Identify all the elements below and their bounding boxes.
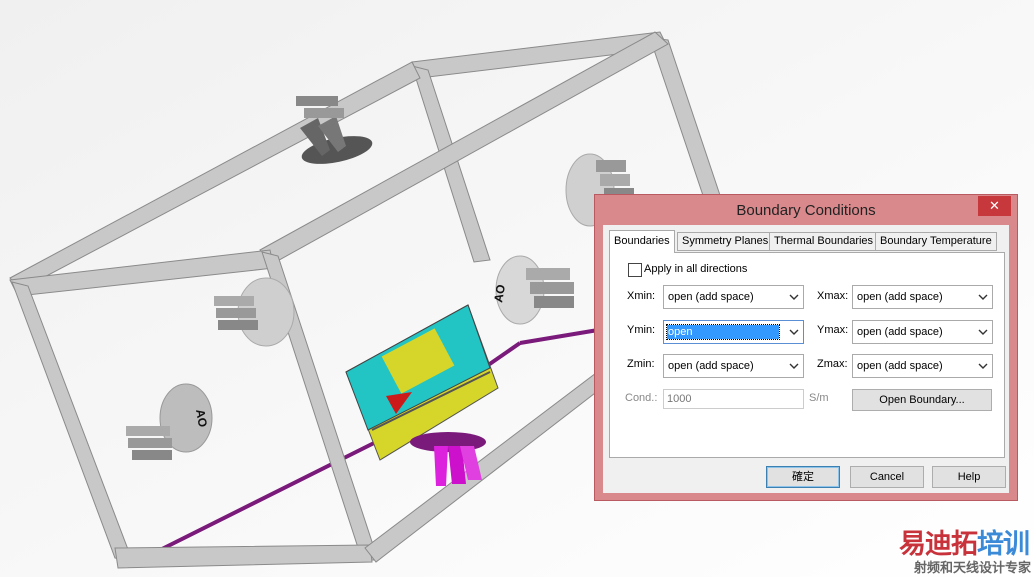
close-button[interactable]: ✕ xyxy=(978,196,1011,216)
ymin-label: Ymin: xyxy=(627,324,656,336)
close-icon: ✕ xyxy=(989,198,1000,213)
ymax-select[interactable]: open (add space) xyxy=(852,320,993,344)
help-button[interactable]: Help xyxy=(932,466,1006,488)
tab-boundary-temperature[interactable]: Boundary Temperature xyxy=(875,232,997,251)
dialog-title: Boundary Conditions xyxy=(736,202,876,219)
dialog-titlebar[interactable]: Boundary Conditions ✕ xyxy=(595,195,1017,225)
chevron-down-icon xyxy=(978,294,988,300)
zmax-select[interactable]: open (add space) xyxy=(852,354,993,378)
dialog-client-area: Boundaries Symmetry Planes Thermal Bound… xyxy=(603,225,1009,493)
xmin-label: Xmin: xyxy=(627,290,656,302)
boundary-conditions-dialog: Boundary Conditions ✕ Boundaries Symmetr… xyxy=(594,194,1018,501)
tab-thermal-boundaries[interactable]: Thermal Boundaries xyxy=(769,232,879,251)
xmax-label: Xmax: xyxy=(817,290,849,302)
ok-button[interactable]: 確定 xyxy=(766,466,840,488)
ymax-value: open (add space) xyxy=(857,326,943,338)
watermark-brand-part2: 培训 xyxy=(977,529,1030,559)
tab-boundaries[interactable]: Boundaries xyxy=(609,230,675,253)
zmax-label: Zmax: xyxy=(817,358,848,370)
xmax-select[interactable]: open (add space) xyxy=(852,285,993,309)
ymin-value: open xyxy=(666,324,780,340)
xmin-value: open (add space) xyxy=(668,291,754,303)
chevron-down-icon xyxy=(978,329,988,335)
ymax-label: Ymax: xyxy=(817,324,849,336)
tab-symmetry-planes[interactable]: Symmetry Planes xyxy=(677,232,774,251)
cond-label: Cond.: xyxy=(625,392,658,404)
zmin-value: open (add space) xyxy=(668,360,754,372)
cond-unit: S/m xyxy=(809,392,829,404)
chevron-down-icon xyxy=(789,329,799,335)
apply-all-checkbox[interactable] xyxy=(628,263,642,277)
chevron-down-icon xyxy=(789,363,799,369)
open-boundary-button[interactable]: Open Boundary... xyxy=(852,389,992,411)
zmin-select[interactable]: open (add space) xyxy=(663,354,804,378)
zmax-value: open (add space) xyxy=(857,360,943,372)
ymin-select[interactable]: open xyxy=(663,320,804,344)
chevron-down-icon xyxy=(789,294,799,300)
cond-input[interactable]: 1000 xyxy=(663,389,804,409)
chevron-down-icon xyxy=(978,363,988,369)
apply-all-label: Apply in all directions xyxy=(644,263,748,275)
boundaries-tab-panel: Apply in all directions Xmin: open (add … xyxy=(609,252,1005,458)
cancel-button[interactable]: Cancel xyxy=(850,466,924,488)
watermark-brand-part1: 易迪拓 xyxy=(899,529,978,559)
zmin-label: Zmin: xyxy=(627,358,655,370)
watermark-logo: 易迪拓培训 xyxy=(899,522,1030,561)
xmin-select[interactable]: open (add space) xyxy=(663,285,804,309)
watermark-subtitle: 射频和天线设计专家 xyxy=(913,560,1031,575)
xmax-value: open (add space) xyxy=(857,291,943,303)
